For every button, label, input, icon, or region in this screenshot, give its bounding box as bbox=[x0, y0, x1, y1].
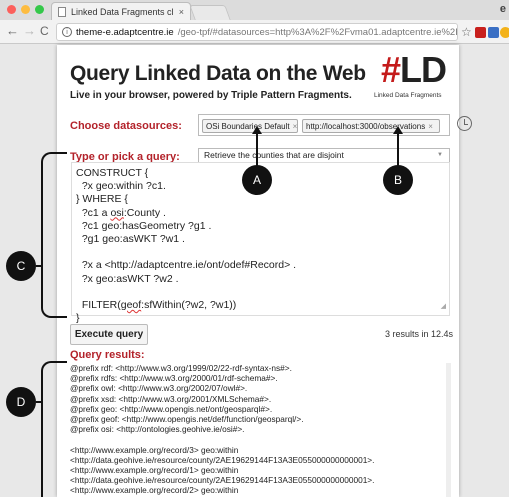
result-line: @prefix geof: <http://www.opengis.net/de… bbox=[70, 413, 304, 424]
datasource-chip-label: http://localhost:3000/observations bbox=[306, 121, 426, 131]
result-line: @prefix xsd: <http://www.w3.org/2001/XML… bbox=[70, 393, 272, 404]
result-line: <http://www.example.org/record/2> geo:wi… bbox=[70, 485, 239, 496]
datasource-chip-label: OSi Boundaries Default bbox=[206, 121, 290, 131]
query-line: FILTER(geof:sfWithin(?w2, ?w1)) bbox=[76, 298, 237, 311]
maximize-window-button[interactable] bbox=[35, 5, 44, 14]
result-line: <http://www.example.org/record/3> geo:wi… bbox=[70, 444, 239, 455]
callout-c: C bbox=[6, 251, 36, 281]
result-line: <http://data.geohive.ie/resource/county/… bbox=[70, 475, 375, 486]
callout-d: D bbox=[6, 387, 36, 417]
result-line: <http://www.example.org/record/1> geo:wi… bbox=[70, 464, 239, 475]
callout-a: A bbox=[242, 165, 272, 195]
callout-b-pointer bbox=[397, 130, 399, 166]
result-line: @prefix rdfs: <http://www.w3.org/2000/01… bbox=[70, 373, 278, 384]
callout-b: B bbox=[383, 165, 413, 195]
result-line: @prefix owl: <http://www.w3.org/2002/07/… bbox=[70, 383, 248, 394]
result-line bbox=[70, 434, 446, 444]
query-line: ?c1 geo:hasGeometry ?g1 . bbox=[76, 219, 212, 232]
callout-d-connector bbox=[36, 401, 43, 403]
page-icon bbox=[58, 6, 66, 17]
remove-icon[interactable]: × bbox=[428, 122, 433, 131]
query-line: ?g1 geo:asWKT ?w1 . bbox=[76, 232, 185, 245]
pdf-extension-icon[interactable] bbox=[475, 27, 486, 38]
query-line: } WHERE { bbox=[76, 193, 128, 206]
result-line: <http://data.geohive.ie/resource/county/… bbox=[70, 454, 375, 465]
browser-tab-bar: Linked Data Fragments client × e bbox=[0, 0, 509, 20]
bookmark-star-icon[interactable]: ☆ bbox=[461, 25, 472, 39]
callout-d-bracket bbox=[41, 361, 67, 497]
browser-toolbar: ← → C i theme-e.adaptcentre.ie/geo-tpf/#… bbox=[0, 20, 509, 44]
callout-b-arrowhead bbox=[393, 126, 403, 134]
reload-icon[interactable]: C bbox=[40, 24, 49, 38]
history-clock-icon[interactable] bbox=[457, 116, 472, 131]
back-arrow-icon[interactable]: ← bbox=[6, 23, 19, 38]
address-bar[interactable]: i theme-e.adaptcentre.ie/geo-tpf/#dataso… bbox=[56, 23, 458, 41]
extension-icon[interactable] bbox=[488, 27, 499, 38]
callout-c-bracket bbox=[41, 152, 67, 318]
chevron-down-icon: ▼ bbox=[437, 152, 443, 158]
datasource-chip[interactable]: OSi Boundaries Default × bbox=[202, 119, 298, 133]
close-window-button[interactable] bbox=[7, 5, 16, 14]
new-tab-button[interactable] bbox=[189, 5, 231, 20]
remove-icon[interactable]: × bbox=[293, 122, 298, 131]
extension-icon-yellow[interactable] bbox=[500, 27, 509, 38]
browser-tab[interactable]: Linked Data Fragments client × bbox=[51, 2, 191, 20]
page-subtitle: Live in your browser, powered by Triple … bbox=[70, 90, 352, 101]
result-line: @prefix rdf: <http://www.w3.org/1999/02/… bbox=[70, 363, 292, 373]
query-line bbox=[76, 246, 449, 259]
page-title: Query Linked Data on the Web bbox=[70, 62, 366, 85]
result-line: @prefix geo: <http://www.opengis.net/ont… bbox=[70, 403, 273, 414]
query-line: ?c1 a osi:County . bbox=[76, 206, 166, 219]
profile-button[interactable]: e bbox=[500, 3, 506, 15]
forward-arrow-icon[interactable]: → bbox=[23, 23, 36, 38]
tab-title: Linked Data Fragments client bbox=[71, 6, 174, 17]
logo-hash: # bbox=[381, 49, 401, 90]
callout-c-connector bbox=[36, 265, 43, 267]
query-select-value: Retrieve the counties that are disjoint bbox=[204, 150, 344, 160]
query-line bbox=[76, 286, 449, 299]
url-path: /geo-tpf/#datasources=http%3A%2F%2Fvma01… bbox=[177, 26, 458, 38]
results-scrollbar[interactable] bbox=[446, 363, 451, 497]
datasource-chip[interactable]: http://localhost:3000/observations × bbox=[302, 119, 440, 133]
result-count: 3 results in 12.4s bbox=[385, 329, 454, 339]
logo-ld: LD bbox=[400, 49, 447, 90]
info-icon[interactable]: i bbox=[62, 27, 72, 37]
url-host: theme-e.adaptcentre.ie bbox=[76, 26, 174, 38]
tab-close-icon[interactable]: × bbox=[179, 7, 184, 17]
minimize-window-button[interactable] bbox=[21, 5, 30, 14]
query-line: ?x a <http://adaptcentre.ie/ont/odef#Rec… bbox=[76, 259, 297, 272]
ldf-logo[interactable]: #LD bbox=[381, 49, 447, 90]
callout-a-arrowhead bbox=[252, 126, 262, 134]
callout-a-pointer bbox=[256, 130, 258, 166]
logo-caption: Linked Data Fragments bbox=[374, 92, 442, 99]
result-line: @prefix osi: <http://ontologies.geohive.… bbox=[70, 424, 245, 435]
query-select[interactable]: Retrieve the counties that are disjoint … bbox=[198, 148, 450, 163]
results-label: Query results: bbox=[70, 349, 145, 361]
query-line: ?x geo:asWKT ?w2 . bbox=[76, 272, 179, 285]
datasources-label: Choose datasources: bbox=[70, 120, 182, 132]
resize-grip-icon[interactable]: ◢ bbox=[441, 300, 446, 313]
execute-query-button[interactable]: Execute query bbox=[70, 324, 148, 345]
datasources-select[interactable]: OSi Boundaries Default × http://localhos… bbox=[198, 114, 450, 136]
results-output[interactable]: @prefix rdf: <http://www.w3.org/1999/02/… bbox=[70, 363, 446, 497]
